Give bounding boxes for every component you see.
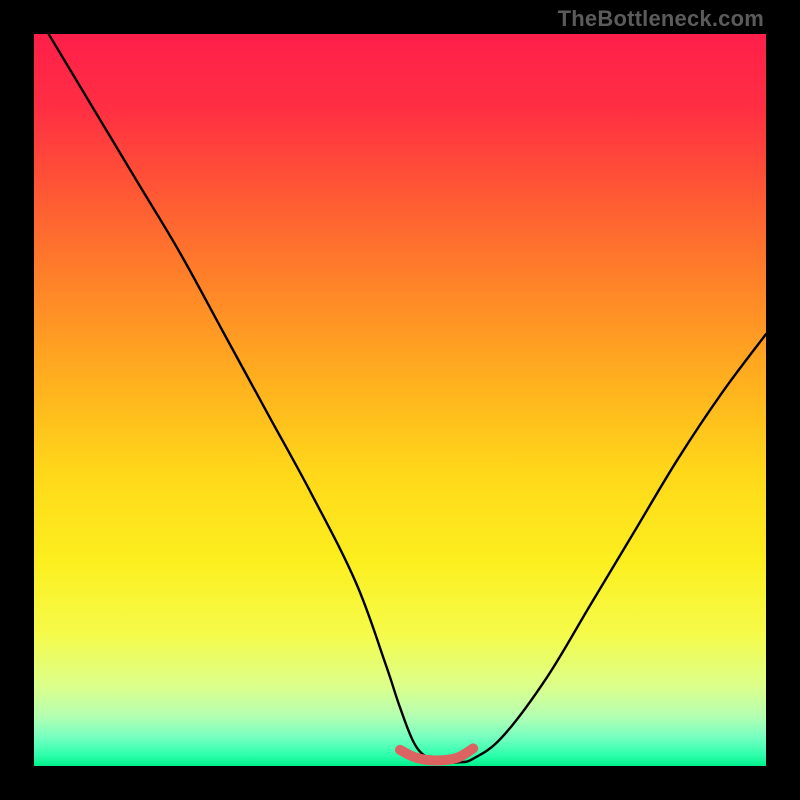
chart-frame: TheBottleneck.com [0, 0, 800, 800]
curve-layer [34, 34, 766, 766]
plot-area [34, 34, 766, 766]
watermark-text: TheBottleneck.com [558, 6, 764, 32]
flat-highlight [400, 748, 473, 760]
bottleneck-curve [49, 34, 766, 763]
